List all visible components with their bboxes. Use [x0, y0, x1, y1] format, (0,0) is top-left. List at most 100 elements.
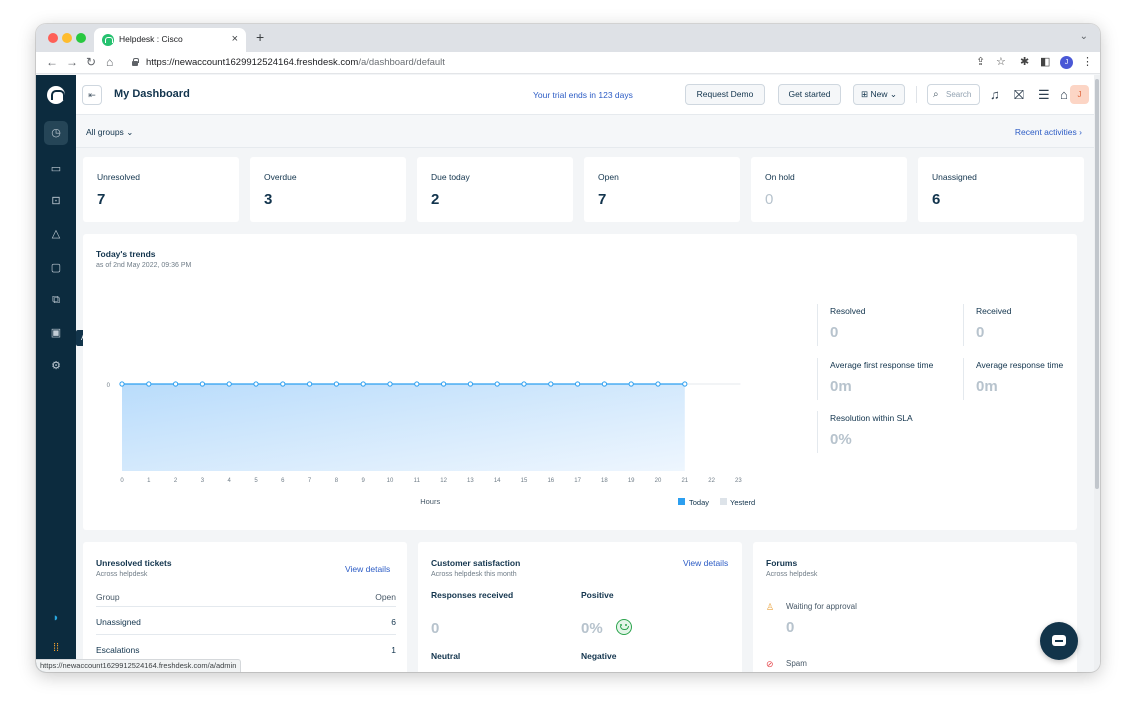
browser-profile-avatar[interactable]: J [1060, 56, 1073, 69]
today-data-point [360, 381, 366, 387]
x-tick-label: 9 [362, 478, 366, 484]
legend-today-label: Today [689, 498, 709, 507]
trial-link[interactable]: Your trial ends in 123 days [533, 90, 633, 100]
address-bar: ← → ↻ ⌂ https://newaccount1629912524164.… [36, 52, 1100, 74]
x-tick-label: 3 [201, 478, 205, 484]
tab-close-icon[interactable]: × [232, 32, 238, 46]
customer-satisfaction-widget: Customer satisfaction Across helpdesk th… [418, 542, 742, 672]
tickets-icon[interactable]: ▭ [49, 162, 63, 176]
x-tick-label: 2 [174, 478, 178, 484]
contacts-icon[interactable]: ⊡ [49, 194, 63, 208]
browser-menu-icon[interactable]: ⋮ [1082, 56, 1093, 69]
today-data-point [307, 381, 313, 387]
forums-icon[interactable]: ⧉ [49, 293, 63, 307]
request-demo-button[interactable]: Request Demo [685, 84, 765, 105]
stat-card-open[interactable]: Open 7 [584, 157, 740, 222]
metric-label: Average response time [976, 360, 1064, 370]
todays-trends-card: Today's trends as of 2nd May 2022, 09:36… [83, 234, 1077, 530]
responses-received-value: 0 [431, 620, 440, 637]
apps-grid-icon[interactable]: ⁞⁞ [49, 641, 63, 655]
social-icon[interactable]: △ [49, 227, 63, 241]
tab-title: Helpdesk : Cisco [119, 34, 183, 44]
browser-tab[interactable]: Helpdesk : Cisco × [94, 28, 246, 52]
maximize-window-button[interactable] [76, 33, 86, 43]
today-data-point [333, 381, 339, 387]
x-tick-label: 0 [120, 478, 124, 484]
freshworks-switcher-icon[interactable]: ◗ [49, 611, 63, 625]
x-tick-label: 7 [308, 478, 312, 484]
filter-bar: All groups ⌄ Recent activities › [76, 115, 1094, 148]
dashboard-icon[interactable]: ◷ [44, 121, 68, 145]
new-tab-button[interactable]: + [256, 30, 264, 44]
open-count: 6 [391, 617, 396, 627]
today-data-point [494, 381, 500, 387]
open-column-header: Open [375, 592, 396, 602]
metric-received: Received 0 [963, 304, 1073, 346]
bookmark-star-icon[interactable]: ☆ [996, 56, 1006, 69]
today-data-point [601, 381, 607, 387]
today-data-point [280, 381, 286, 387]
x-tick-label: 8 [335, 478, 339, 484]
today-data-point [119, 381, 125, 387]
search-label: Search [946, 90, 972, 99]
reports-icon[interactable]: ▣ [49, 326, 63, 340]
csat-view-details-link[interactable]: View details [683, 558, 728, 568]
extensions-puzzle-icon[interactable]: ✱ [1020, 56, 1029, 69]
spam-label[interactable]: Spam [786, 659, 807, 668]
solutions-icon[interactable]: ▢ [49, 261, 63, 275]
scrollbar-thumb[interactable] [1095, 79, 1099, 489]
spam-ban-icon: ⊘ [766, 659, 774, 669]
metric-resolution-sla: Resolution within SLA 0% [817, 411, 957, 453]
announcements-icon[interactable]: ☰ [1038, 87, 1050, 102]
close-window-button[interactable] [48, 33, 58, 43]
recent-activities-label: Recent activities [1014, 127, 1077, 137]
x-tick-label: 18 [601, 478, 608, 484]
group-filter-dropdown[interactable]: All groups ⌄ [86, 127, 133, 138]
side-panel-icon[interactable]: ◧ [1040, 56, 1050, 69]
home-icon[interactable]: ⌂ [106, 55, 113, 69]
collapse-menu-icon[interactable]: ⇤ [82, 85, 102, 105]
tab-search-chevron-icon[interactable]: ⌄ [1080, 31, 1088, 42]
freshdesk-logo-icon[interactable] [47, 86, 65, 104]
x-tick-label: 6 [281, 478, 285, 484]
neutral-label: Neutral [431, 651, 461, 661]
url-field[interactable]: https://newaccount1629912524164.freshdes… [146, 57, 445, 68]
stat-card-on-hold[interactable]: On hold 0 [751, 157, 907, 222]
stat-card-unresolved[interactable]: Unresolved 7 [83, 157, 239, 222]
chevron-down-icon: ⌄ [126, 127, 134, 137]
row-divider [96, 606, 396, 607]
user-avatar[interactable]: J [1070, 85, 1089, 104]
stat-value: 7 [598, 191, 607, 208]
stat-card-due-today[interactable]: Due today 2 [417, 157, 573, 222]
lock-icon [132, 58, 139, 66]
today-data-point [414, 381, 420, 387]
notifications-bell-icon[interactable]: ♫ [990, 87, 1000, 102]
recent-activities-link[interactable]: Recent activities › [1015, 127, 1082, 137]
waiting-approval-label[interactable]: Waiting for approval [786, 602, 857, 611]
stat-card-unassigned[interactable]: Unassigned 6 [918, 157, 1084, 222]
reload-icon[interactable]: ↻ [86, 55, 96, 69]
search-button[interactable]: ⌕ Search [927, 84, 980, 105]
stat-label: Unresolved [97, 172, 140, 182]
stat-card-overdue[interactable]: Overdue 3 [250, 157, 406, 222]
back-arrow-icon[interactable]: ← [46, 55, 58, 69]
gift-icon[interactable]: ⛝ [1014, 87, 1024, 102]
positive-label: Positive [581, 590, 614, 600]
admin-gear-icon[interactable]: ⚙ [49, 359, 63, 373]
get-started-button[interactable]: Get started [778, 84, 841, 105]
share-icon[interactable]: ⇪ [976, 56, 985, 69]
group-column-header: Group [96, 592, 120, 602]
trends-subtitle: as of 2nd May 2022, 09:36 PM [96, 262, 192, 269]
today-data-point [173, 381, 179, 387]
minimize-window-button[interactable] [62, 33, 72, 43]
metric-resolved: Resolved 0 [817, 304, 957, 346]
page-scrollbar[interactable] [1094, 75, 1100, 672]
new-button[interactable]: ⊞ New ⌄ [853, 84, 905, 105]
metric-value: 0m [830, 378, 852, 395]
chevron-right-icon: › [1079, 127, 1082, 137]
forward-arrow-icon[interactable]: → [66, 55, 78, 69]
group-filter-label: All groups [86, 127, 124, 137]
chat-widget-button[interactable] [1040, 622, 1078, 660]
unresolved-view-details-link[interactable]: View details [345, 564, 390, 574]
marketplace-icon[interactable]: ⌂ [1060, 87, 1068, 102]
